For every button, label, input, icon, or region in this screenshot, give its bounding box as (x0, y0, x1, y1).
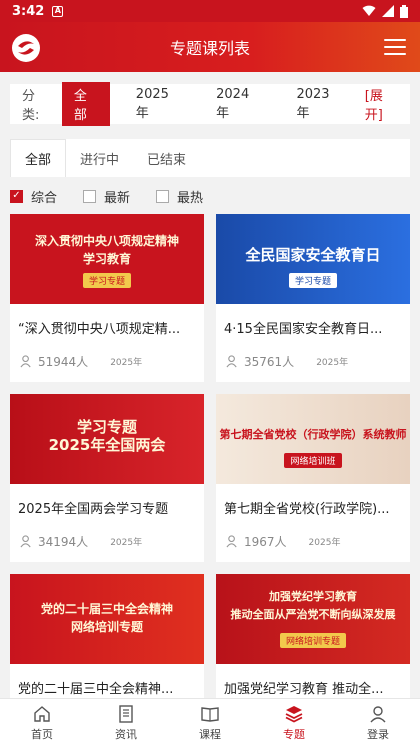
card-title: 党的二十届三中全会精神... (18, 682, 174, 697)
banner-text: 全民国家安全教育日 (245, 246, 381, 264)
sort-latest[interactable]: 最新 (83, 187, 130, 206)
banner-text: 第七期全省党校（行政学院）系统教师 (219, 428, 407, 441)
category-filter: 分类: 全部 2025年 2024年 2023年 [展开] (10, 82, 410, 126)
home-icon (34, 705, 50, 722)
checkbox-icon[interactable] (83, 189, 97, 203)
card-banner: 深入贯彻中央八项规定精神 学习教育 学习专题 (10, 214, 204, 304)
user-icon (370, 705, 386, 722)
card-meta: 34194人 2025年 (10, 517, 204, 550)
person-icon (226, 355, 237, 368)
participant-count: 51944人 (38, 355, 89, 369)
card-year: 2025年 (110, 358, 143, 368)
status-bar: 3:42 A (0, 0, 420, 22)
card-title: 4·15全民国家安全教育日... (224, 322, 383, 337)
topic-card[interactable]: 党的二十届三中全会精神 网络培训专题 党的二十届三中全会精神... (10, 574, 204, 698)
nav-login[interactable]: 登录 (336, 699, 420, 746)
filter-chip-2025[interactable]: 2025年 (124, 84, 190, 124)
person-icon (20, 355, 31, 368)
news-icon (119, 704, 133, 723)
nav-label: 资讯 (115, 727, 137, 741)
nav-home[interactable]: 首页 (0, 699, 84, 746)
banner-pill: 网络培训班 (284, 453, 342, 468)
status-tabs: 全部 进行中 已结束 (10, 139, 410, 177)
sort-label: 最新 (104, 190, 131, 206)
banner-text: 党的二十届三中全会精神 网络培训专题 (40, 602, 173, 634)
nav-news[interactable]: 资讯 (84, 699, 168, 746)
banner-pill: 学习专题 (288, 273, 337, 288)
tab-all[interactable]: 全部 (10, 139, 67, 177)
sort-comprehensive[interactable]: ✓ 综合 (10, 187, 57, 206)
sort-hottest[interactable]: 最热 (156, 187, 203, 206)
filter-chip-all[interactable]: 全部 (61, 82, 110, 126)
topic-card[interactable]: 学习专题 2025年全国两会 2025年全国两会学习专题 34194人 2025… (10, 394, 204, 562)
banner-pill: 学习专题 (82, 273, 131, 288)
card-meta: 35761人 2025年 (216, 337, 410, 370)
card-title: 第七期全省党校(行政学院)... (224, 502, 390, 517)
participant-count: 34194人 (38, 535, 89, 549)
card-title: “深入贯彻中央八项规定精... (18, 322, 181, 337)
nav-label: 专题 (283, 727, 305, 741)
app-logo (12, 34, 40, 62)
battery-icon (400, 4, 408, 18)
checkbox-icon[interactable] (156, 189, 170, 203)
tab-in-progress[interactable]: 进行中 (66, 139, 133, 177)
card-banner: 第七期全省党校（行政学院）系统教师 网络培训班 (216, 394, 410, 484)
tab-ended[interactable]: 已结束 (133, 139, 200, 177)
card-banner: 学习专题 2025年全国两会 (10, 394, 204, 484)
filter-label: 分类: (22, 89, 40, 123)
menu-icon[interactable] (384, 39, 406, 55)
nav-topics[interactable]: 专题 (252, 699, 336, 746)
sort-label: 最热 (177, 190, 204, 206)
card-title: 加强党纪学习教育 推动全... (224, 682, 384, 697)
topic-card[interactable]: 深入贯彻中央八项规定精神 学习教育 学习专题 “深入贯彻中央八项规定精... 5… (10, 214, 204, 382)
nav-label: 首页 (31, 727, 53, 741)
person-icon (20, 535, 31, 548)
card-title: 2025年全国两会学习专题 (18, 502, 169, 517)
filter-chip-2023[interactable]: 2023年 (284, 84, 350, 124)
card-meta: 1967人 2025年 (216, 517, 410, 550)
expand-button[interactable]: [展开] (365, 85, 398, 123)
card-year: 2025年 (316, 358, 349, 368)
book-icon (201, 706, 219, 722)
card-meta: 51944人 2025年 (10, 337, 204, 370)
page-title: 专题课列表 (169, 39, 250, 58)
person-icon (226, 535, 237, 548)
nav-label: 登录 (367, 727, 389, 741)
banner-pill: 网络培训专题 (279, 633, 346, 648)
card-year: 2025年 (308, 538, 341, 548)
status-time: 3:42 (12, 3, 45, 19)
sort-label: 综合 (31, 190, 58, 206)
banner-text: 学习专题 2025年全国两会 (48, 418, 166, 454)
topic-card[interactable]: 加强党纪学习教育 推动全面从严治党不断向纵深发展 网络培训专题 加强党纪学习教育… (216, 574, 410, 698)
topic-card[interactable]: 全民国家安全教育日 学习专题 4·15全民国家安全教育日... 35761人 2… (216, 214, 410, 382)
card-banner: 党的二十届三中全会精神 网络培训专题 (10, 574, 204, 664)
banner-text: 深入贯彻中央八项规定精神 学习教育 (34, 234, 179, 266)
card-banner: 加强党纪学习教育 推动全面从严治党不断向纵深发展 网络培训专题 (216, 574, 410, 664)
banner-text: 加强党纪学习教育 推动全面从严治党不断向纵深发展 (230, 590, 396, 621)
participant-count: 1967人 (244, 535, 287, 549)
checkbox-checked-icon[interactable]: ✓ (10, 189, 23, 203)
sort-options: ✓ 综合 最新 最热 (10, 183, 410, 209)
card-banner: 全民国家安全教育日 学习专题 (216, 214, 410, 304)
wifi-icon (362, 5, 376, 16)
layers-icon (285, 705, 303, 723)
topic-card[interactable]: 第七期全省党校（行政学院）系统教师 网络培训班 第七期全省党校(行政学院)...… (216, 394, 410, 562)
filter-chip-2024[interactable]: 2024年 (204, 84, 270, 124)
status-indicators (362, 4, 408, 18)
signal-icon (382, 5, 394, 17)
app-bar: 专题课列表 (0, 22, 420, 72)
notification-a-icon: A (52, 5, 64, 17)
bottom-navigation: 首页 资讯 课程 专题 登录 (0, 698, 420, 746)
nav-label: 课程 (199, 727, 221, 741)
nav-courses[interactable]: 课程 (168, 699, 252, 746)
card-year: 2025年 (110, 538, 143, 548)
participant-count: 35761人 (244, 355, 295, 369)
